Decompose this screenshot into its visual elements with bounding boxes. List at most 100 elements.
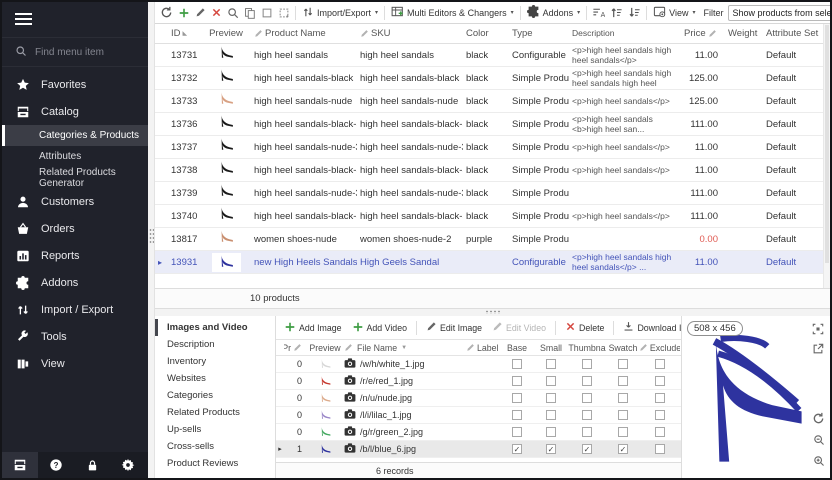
swatch-checkbox[interactable] [618, 393, 628, 403]
sidebar-item-favorites[interactable]: Favorites [2, 71, 148, 98]
lock-icon[interactable] [74, 452, 110, 478]
small-checkbox[interactable] [546, 427, 556, 437]
base-checkbox[interactable] [512, 359, 522, 369]
column-header-description[interactable]: Description [569, 28, 681, 39]
search-button[interactable] [225, 5, 241, 21]
exclude-checkbox[interactable] [655, 444, 665, 454]
select-button[interactable] [259, 5, 275, 21]
sidebar-search-input[interactable]: Find menu item [2, 37, 148, 67]
download-image-button[interactable]: Download Image [620, 319, 681, 336]
column-header-img-preview[interactable]: Preview [308, 343, 342, 353]
small-checkbox[interactable]: ✓ [546, 444, 556, 454]
swatch-checkbox[interactable]: ✓ [618, 444, 628, 454]
column-header-product-name[interactable]: Product Name [251, 28, 357, 39]
exclude-checkbox[interactable] [655, 359, 665, 369]
thumbnail-checkbox[interactable] [582, 427, 592, 437]
sidebar-item-orders[interactable]: Orders [2, 215, 148, 242]
tab-related-products[interactable]: Related Products [155, 404, 275, 421]
sidebar-item-related-products-generator[interactable]: Related Products Generator [2, 167, 148, 188]
add-image-button[interactable]: Add Image [281, 319, 345, 337]
column-header-weight[interactable]: Weight [725, 28, 759, 39]
base-checkbox[interactable]: ✓ [512, 444, 522, 454]
sidebar-item-customers[interactable]: Customers [2, 188, 148, 215]
sidebar-item-reports[interactable]: Reports [2, 242, 148, 269]
tab-up-sells[interactable]: Up-sells [155, 421, 275, 438]
exclude-checkbox[interactable] [655, 393, 665, 403]
small-checkbox[interactable] [546, 376, 556, 386]
zoom-out-icon[interactable] [813, 433, 825, 451]
edit-button[interactable] [193, 5, 208, 20]
sidebar-item-tools[interactable]: Tools [2, 323, 148, 350]
product-row[interactable]: 13739high heel sandals-nude-37high heel … [155, 182, 823, 205]
column-header-small[interactable]: Small [534, 343, 568, 353]
product-row[interactable]: 13731high heel sandalshigh heel sandalsb… [155, 44, 823, 67]
column-header-color[interactable]: Color [463, 28, 509, 39]
image-row[interactable]: 0/g/r/green_2.jpg [276, 424, 681, 441]
tab-cross-sells[interactable]: Cross-sells [155, 438, 275, 455]
refresh-button[interactable] [158, 4, 175, 21]
delete-button[interactable] [209, 5, 224, 20]
paste-button[interactable] [276, 5, 292, 21]
product-row[interactable]: 13737high heel sandals-nude-36high heel … [155, 136, 823, 159]
column-header-pr[interactable]: Pr [284, 343, 308, 353]
column-header-file-name[interactable]: File Name▼ [342, 343, 464, 353]
image-row[interactable]: ▸1/b/l/blue_6.jpg✓✓✓✓ [276, 441, 681, 458]
sidebar-item-view[interactable]: View [2, 350, 148, 377]
product-row[interactable]: 13732high heel sandals-blackhigh heel sa… [155, 67, 823, 90]
sidebar-item-import-export[interactable]: Import / Export [2, 296, 148, 323]
filter-select[interactable]: Show products from selected categories▾ [728, 5, 830, 21]
thumbnail-checkbox[interactable] [582, 376, 592, 386]
product-row[interactable]: 13736high heel sandals-black-36high heel… [155, 113, 823, 136]
product-row[interactable]: 13817women shoes-nudewomen shoes-nude-2p… [155, 228, 823, 251]
exclude-checkbox[interactable] [655, 427, 665, 437]
open-external-icon[interactable] [812, 342, 824, 360]
add-product-button[interactable] [176, 5, 192, 21]
tab-images-and-video[interactable]: Images and Video [155, 319, 275, 336]
sidebar-item-addons[interactable]: Addons [2, 269, 148, 296]
refresh-image-icon[interactable] [812, 412, 825, 430]
column-header-label[interactable]: Label [464, 343, 500, 353]
fit-screen-icon[interactable] [812, 322, 824, 340]
copy-button[interactable] [242, 5, 258, 21]
base-checkbox[interactable] [512, 393, 522, 403]
horizontal-splitter[interactable] [155, 309, 830, 316]
column-header-attribute-set[interactable]: Attribute Set Name [759, 28, 821, 39]
tab-websites[interactable]: Websites [155, 370, 275, 387]
import-export-menu[interactable]: Import/Export▾ [299, 4, 381, 22]
add-video-button[interactable]: Add Video [349, 319, 410, 337]
thumbnail-checkbox[interactable] [582, 359, 592, 369]
small-checkbox[interactable] [546, 393, 556, 403]
addons-menu[interactable]: Addons▾ [524, 3, 584, 22]
base-checkbox[interactable] [512, 427, 522, 437]
sidebar-item-attributes[interactable]: Attributes [2, 146, 148, 167]
vertical-scrollbar[interactable] [823, 24, 830, 288]
menu-icon[interactable] [2, 2, 148, 37]
multi-editors-menu[interactable]: Multi Editors & Changers▾ [388, 3, 517, 22]
exclude-checkbox[interactable] [655, 376, 665, 386]
thumbnail-checkbox[interactable] [582, 410, 592, 420]
view-menu[interactable]: View▾ [650, 3, 698, 22]
edit-image-button[interactable]: Edit Image [423, 319, 485, 336]
column-header-exclude[interactable]: Exclude [640, 343, 680, 353]
base-checkbox[interactable] [512, 410, 522, 420]
edit-video-button[interactable]: Edit Video [489, 319, 549, 336]
small-checkbox[interactable] [546, 359, 556, 369]
product-row[interactable]: ▸13931new High Heels SandalsHigh Geels S… [155, 251, 823, 274]
thumbnail-checkbox[interactable]: ✓ [582, 444, 592, 454]
settings-gear-icon[interactable] [110, 452, 146, 478]
tab-inventory[interactable]: Inventory [155, 353, 275, 370]
column-header-id[interactable]: ID◣ [165, 28, 201, 39]
column-header-swatch[interactable]: Swatch [606, 343, 640, 353]
help-icon[interactable]: ? [38, 452, 74, 478]
thumbnail-checkbox[interactable] [582, 393, 592, 403]
sidebar-item-categories-products[interactable]: Categories & Products [2, 125, 148, 146]
column-header-base[interactable]: Base [500, 343, 534, 353]
exclude-checkbox[interactable] [655, 410, 665, 420]
swatch-checkbox[interactable] [618, 359, 628, 369]
store-manager-icon[interactable] [2, 452, 38, 478]
swatch-checkbox[interactable] [618, 376, 628, 386]
sidebar-item-catalog[interactable]: Catalog [2, 98, 148, 125]
small-checkbox[interactable] [546, 410, 556, 420]
product-row[interactable]: 13740high heel sandals-black-38high heel… [155, 205, 823, 228]
image-row[interactable]: 0/r/e/red_1.jpg [276, 373, 681, 390]
